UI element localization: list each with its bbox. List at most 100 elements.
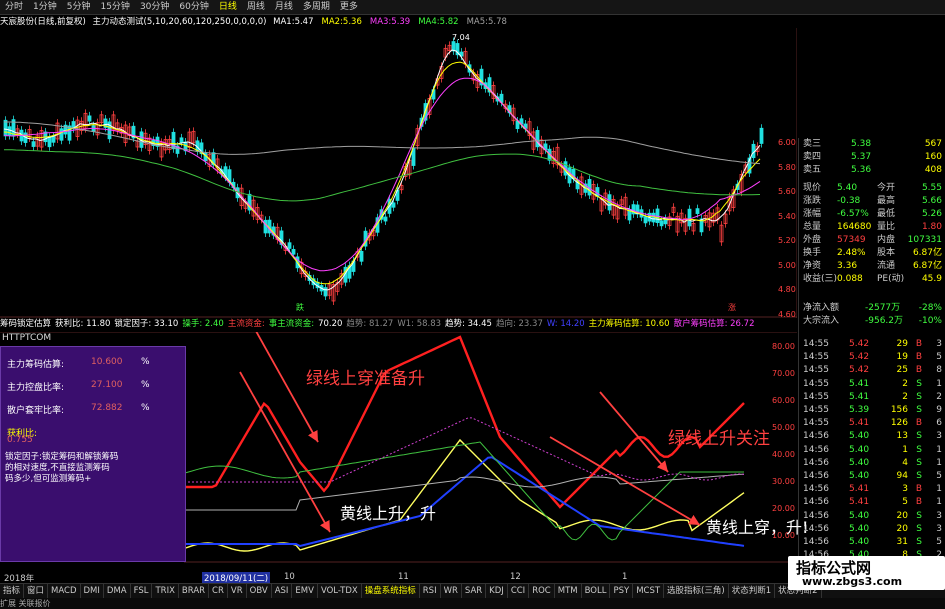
ask-row[interactable]: 卖五 5.36 408 (799, 164, 945, 177)
indicator-tab[interactable]: DMA (104, 584, 131, 598)
kline-chart[interactable]: 7.04 跌 涨 (0, 28, 797, 318)
timeframe-1[interactable]: 1分钟 (28, 0, 62, 14)
flow-pct: -28% (918, 303, 942, 313)
timeframe-4[interactable]: 30分钟 (135, 0, 174, 14)
indicator-tab[interactable]: PSY (610, 584, 634, 598)
indicator-tab[interactable]: VR (228, 584, 247, 598)
indicator-tab[interactable]: KDJ (486, 584, 508, 598)
indicator-tab[interactable]: CCI (508, 584, 530, 598)
field-label: 外盘 (803, 235, 822, 245)
panel-unit: % (141, 403, 150, 413)
timeframe-8[interactable]: 月线 (270, 0, 298, 14)
indicator-tab[interactable]: MCST (633, 584, 665, 598)
quote-field-row: 净资 3.36 流通 6.87亿 (799, 260, 945, 273)
indicator-tab[interactable]: WR (441, 584, 462, 598)
tick-side: S (916, 457, 922, 468)
indicator-tab[interactable]: BRAR (179, 584, 210, 598)
timeframe-5[interactable]: 60分钟 (174, 0, 213, 14)
tick-row: 14:56 5.40 94 S 5 (799, 470, 945, 483)
indicator-value: 筹码锁定估算 (0, 319, 52, 329)
indicator-tab[interactable]: DMI (81, 584, 104, 598)
indicator-tick: 40.00 (772, 450, 795, 459)
tick-row: 14:55 5.39 156 S 9 (799, 404, 945, 417)
timeframe-0[interactable]: 分时 (0, 0, 28, 14)
tick-time: 14:55 (803, 352, 829, 363)
indicator-tab[interactable]: ROC (529, 584, 555, 598)
ma-values: MA1:5.47 MA2:5.36 MA3:5.39 MA4:5.82 MA5:5.78 (273, 17, 515, 27)
panel-unit: % (141, 357, 150, 367)
b-marker: 跌 (296, 302, 304, 312)
status-bar: 扩展 关联报价 (0, 598, 945, 609)
ask-row[interactable]: 卖四 5.37 160 (799, 151, 945, 164)
indicator-value: 散户筹码估算: 26.72 (673, 319, 755, 329)
indicator-tab[interactable]: EMV (292, 584, 318, 598)
indicator-tab[interactable]: ASI (272, 584, 293, 598)
candle-body (59, 128, 64, 141)
tick-price: 5.42 (849, 352, 870, 363)
field-value: -0.38 (837, 196, 861, 206)
indicator-tab[interactable]: 选股指标(三角) (664, 584, 729, 598)
ask-row[interactable]: 卖三 5.38 567 (799, 138, 945, 151)
indicator-tab[interactable]: 状态判断1 (729, 584, 776, 598)
tick-time: 14:56 (803, 431, 829, 442)
tick-side: S (916, 431, 922, 442)
tick-volume: 2 (902, 391, 908, 402)
tick-volume: 1 (902, 444, 908, 455)
tick-volume: 20 (896, 523, 908, 534)
field-value: 6.87亿 (912, 261, 942, 271)
price-tick: 6.00 (778, 138, 796, 147)
candle-body (287, 242, 292, 249)
field-label: 收益(三) (803, 274, 838, 284)
ask-volume: 567 (924, 139, 942, 149)
tick-count: 1 (936, 444, 942, 455)
ask-volume: 408 (924, 165, 942, 175)
tick-list[interactable]: 14:55 5.42 29 B 3 14:55 5.42 19 B 5 14:55 5.42 25 B 8 1… (798, 338, 945, 578)
ask-price: 5.38 (851, 139, 872, 149)
timeframe-2[interactable]: 5分钟 (62, 0, 96, 14)
annotation-arrow (599, 391, 669, 473)
indicator-tab[interactable]: TRIX (152, 584, 179, 598)
tick-time: 14:55 (803, 418, 829, 429)
indicator-tab[interactable]: MTM (555, 584, 582, 598)
tick-volume: 156 (890, 405, 908, 415)
tick-row: 14:56 5.41 5 B 1 (799, 496, 945, 509)
indicator-tab[interactable]: VOL-TDX (318, 584, 362, 598)
timeframe-3[interactable]: 15分钟 (95, 0, 134, 14)
indicator-tab[interactable]: 操盘系统指标 (362, 584, 420, 598)
tick-row: 14:55 5.42 25 B 8 (799, 364, 945, 377)
indicator-tab[interactable]: SAR (462, 584, 487, 598)
indicator-tab[interactable]: BOLL (582, 584, 611, 598)
flow-value: -2577万 (865, 303, 901, 313)
field-value: 5.40 (837, 183, 858, 193)
indicator-tab[interactable]: 指标 (0, 584, 25, 598)
field-label: 涨幅 (803, 209, 822, 219)
ma-1: MA1:5.47 (273, 17, 317, 27)
indicator-name: 主力动态测试(5,10,20,60,120,250,0,0,0,0) (92, 17, 267, 27)
timeframe-10[interactable]: 更多 (335, 0, 363, 14)
field-value: 5.55 (921, 183, 942, 193)
tick-price: 5.40 (849, 471, 870, 481)
indicator-tab[interactable]: MACD (48, 584, 81, 598)
indicator-tab[interactable]: FSL (131, 584, 153, 598)
tick-volume: 94 (896, 471, 908, 481)
timeframe-7[interactable]: 周线 (242, 0, 270, 14)
field-value: 0.088 (837, 274, 863, 284)
tick-count: 5 (936, 471, 942, 481)
date-axis-m3: 12 (510, 572, 521, 582)
price-tick: 5.80 (778, 162, 796, 172)
indicator-tab[interactable]: 窗口 (24, 584, 49, 598)
ma-value: 5.82 (439, 17, 459, 27)
panel-description: 码多少,但可监测筹码+ (5, 474, 92, 484)
indicator-tab[interactable]: RSI (420, 584, 441, 598)
panel-value: 72.882 (91, 403, 123, 413)
timeframe-9[interactable]: 多周期 (298, 0, 335, 14)
indicator-tab[interactable]: OBV (247, 584, 272, 598)
magenta-line (184, 417, 745, 483)
panel-label: 散户套牢比率: (7, 406, 65, 416)
tick-side: S (916, 523, 922, 534)
tick-count: 8 (936, 365, 942, 376)
timeframe-6[interactable]: 日线 (214, 0, 242, 14)
ask-label: 卖四 (803, 152, 822, 162)
indicator-tab[interactable]: CR (209, 584, 228, 598)
high-label: 7.04 (452, 33, 470, 42)
